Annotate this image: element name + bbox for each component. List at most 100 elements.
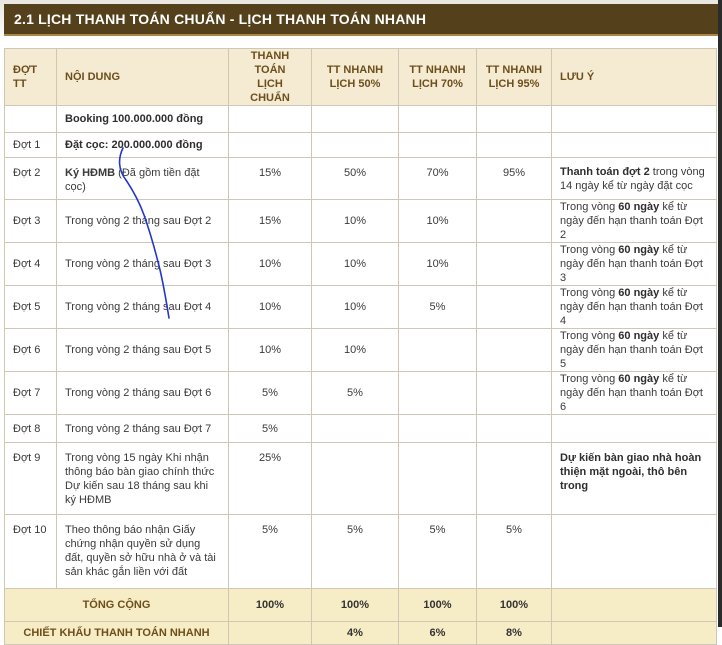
total-n95: 100% xyxy=(476,588,552,622)
cell-n70: 5% xyxy=(398,285,477,329)
table-row: Đợt 6 Trong vòng 2 tháng sau Đợt 5 10% 1… xyxy=(4,328,717,372)
cell-n50 xyxy=(311,442,399,515)
cell-note xyxy=(551,514,717,589)
total-std: 100% xyxy=(228,588,312,622)
cell-n70: 10% xyxy=(398,242,477,286)
table-row: Đợt 7 Trong vòng 2 tháng sau Đợt 6 5% 5%… xyxy=(4,371,717,415)
discount-std xyxy=(228,621,312,645)
header-fast-95: TT NHANH LỊCH 95% xyxy=(476,48,552,106)
discount-n70: 6% xyxy=(398,621,477,645)
cell-n70 xyxy=(398,371,477,415)
cell-n50: 5% xyxy=(311,371,399,415)
cell-n70 xyxy=(398,132,477,158)
cell-n50: 50% xyxy=(311,157,399,200)
total-n50: 100% xyxy=(311,588,399,622)
cell-content: Ký HĐMB (Đã gồm tiền đặt cọc) xyxy=(56,157,229,200)
cell-note: Dự kiến bàn giao nhà hoàn thiện mặt ngoà… xyxy=(551,442,717,515)
cell-n95 xyxy=(476,442,552,515)
cell-n95 xyxy=(476,105,552,133)
cell-content: Booking 100.000.000 đồng xyxy=(56,105,229,133)
cell-dot: Đợt 1 xyxy=(4,132,57,158)
cell-std: 10% xyxy=(228,242,312,286)
header-fast-50: TT NHANH LỊCH 50% xyxy=(311,48,399,106)
cell-n70: 10% xyxy=(398,199,477,243)
table-header-row: ĐỢT TT NỘI DUNG THANH TOÁN LỊCH CHUẨN TT … xyxy=(4,48,717,106)
cell-content: Trong vòng 15 ngày Khi nhận thông báo bà… xyxy=(56,442,229,515)
cell-n95: 5% xyxy=(476,514,552,589)
cell-note: Trong vòng 60 ngày kể từ ngày đến hạn th… xyxy=(551,285,717,329)
header-fast-70: TT NHANH LỊCH 70% xyxy=(398,48,477,106)
cell-note: Trong vòng 60 ngày kể từ ngày đến hạn th… xyxy=(551,371,717,415)
total-label: TỔNG CỘNG xyxy=(4,588,229,622)
cell-content: Trong vòng 2 tháng sau Đợt 3 xyxy=(56,242,229,286)
cell-note: Thanh toán đợt 2 trong vòng 14 ngày kể t… xyxy=(551,157,717,200)
cell-dot: Đợt 3 xyxy=(4,199,57,243)
section-title: 2.1 LỊCH THANH TOÁN CHUẨN - LỊCH THANH T… xyxy=(14,11,427,27)
table-row: Đợt 1 Đặt cọc: 200.000.000 đồng xyxy=(4,132,717,158)
cell-content: Trong vòng 2 tháng sau Đợt 7 xyxy=(56,414,229,443)
window-edge xyxy=(718,0,722,627)
cell-content: Trong vòng 2 tháng sau Đợt 6 xyxy=(56,371,229,415)
table-row: Đợt 2 Ký HĐMB (Đã gồm tiền đặt cọc) 15% … xyxy=(4,157,717,200)
cell-n50: 5% xyxy=(311,514,399,589)
cell-n70: 70% xyxy=(398,157,477,200)
table-row: Đợt 10 Theo thông báo nhận Giấy chứng nh… xyxy=(4,514,717,589)
cell-n70 xyxy=(398,105,477,133)
cell-n50 xyxy=(311,414,399,443)
cell-n70: 5% xyxy=(398,514,477,589)
cell-note: Trong vòng 60 ngày kể từ ngày đến hạn th… xyxy=(551,242,717,286)
discount-note xyxy=(551,621,717,645)
cell-std: 5% xyxy=(228,414,312,443)
table-row: Booking 100.000.000 đồng xyxy=(4,105,717,133)
cell-n50: 10% xyxy=(311,199,399,243)
cell-n50: 10% xyxy=(311,242,399,286)
cell-n50 xyxy=(311,132,399,158)
cell-std xyxy=(228,105,312,133)
total-n70: 100% xyxy=(398,588,477,622)
cell-content: Trong vòng 2 tháng sau Đợt 4 xyxy=(56,285,229,329)
cell-n50 xyxy=(311,105,399,133)
discount-row: CHIẾT KHẤU THANH TOÁN NHANH 4% 6% 8% xyxy=(4,621,717,645)
cell-note xyxy=(551,132,717,158)
cell-note: Trong vòng 60 ngày kể từ ngày đến hạn th… xyxy=(551,199,717,243)
cell-dot: Đợt 10 xyxy=(4,514,57,589)
cell-n70 xyxy=(398,328,477,372)
cell-std: 10% xyxy=(228,328,312,372)
cell-n95 xyxy=(476,242,552,286)
cell-n95 xyxy=(476,414,552,443)
header-standard: THANH TOÁN LỊCH CHUẨN xyxy=(228,48,312,106)
cell-note: Trong vòng 60 ngày kể từ ngày đến hạn th… xyxy=(551,328,717,372)
cell-content: Theo thông báo nhận Giấy chứng nhận quyề… xyxy=(56,514,229,589)
cell-content: Trong vòng 2 tháng sau Đợt 2 xyxy=(56,199,229,243)
cell-std: 15% xyxy=(228,199,312,243)
cell-std: 25% xyxy=(228,442,312,515)
table-row: Đợt 8 Trong vòng 2 tháng sau Đợt 7 5% xyxy=(4,414,717,443)
cell-dot: Đợt 5 xyxy=(4,285,57,329)
table-row: Đợt 5 Trong vòng 2 tháng sau Đợt 4 10% 1… xyxy=(4,285,717,329)
payment-schedule-table: ĐỢT TT NỘI DUNG THANH TOÁN LỊCH CHUẨN TT … xyxy=(4,48,717,645)
cell-n95 xyxy=(476,132,552,158)
total-row: TỔNG CỘNG 100% 100% 100% 100% xyxy=(4,588,717,622)
cell-note xyxy=(551,105,717,133)
header-note: LƯU Ý xyxy=(551,48,717,106)
total-note xyxy=(551,588,717,622)
cell-n70 xyxy=(398,442,477,515)
discount-label: CHIẾT KHẤU THANH TOÁN NHANH xyxy=(4,621,229,645)
cell-std xyxy=(228,132,312,158)
cell-n50: 10% xyxy=(311,285,399,329)
cell-dot: Đợt 9 xyxy=(4,442,57,515)
cell-std: 10% xyxy=(228,285,312,329)
cell-n95 xyxy=(476,371,552,415)
cell-n95 xyxy=(476,328,552,372)
header-noidung: NỘI DUNG xyxy=(56,48,229,106)
cell-dot: Đợt 4 xyxy=(4,242,57,286)
cell-dot: Đợt 8 xyxy=(4,414,57,443)
cell-std: 15% xyxy=(228,157,312,200)
discount-n95: 8% xyxy=(476,621,552,645)
section-title-banner: 2.1 LỊCH THANH TOÁN CHUẨN - LỊCH THANH T… xyxy=(4,4,718,36)
table-row: Đợt 4 Trong vòng 2 tháng sau Đợt 3 10% 1… xyxy=(4,242,717,286)
cell-dot: Đợt 2 xyxy=(4,157,57,200)
table-row: Đợt 3 Trong vòng 2 tháng sau Đợt 2 15% 1… xyxy=(4,199,717,243)
cell-content: Trong vòng 2 tháng sau Đợt 5 xyxy=(56,328,229,372)
cell-note xyxy=(551,414,717,443)
